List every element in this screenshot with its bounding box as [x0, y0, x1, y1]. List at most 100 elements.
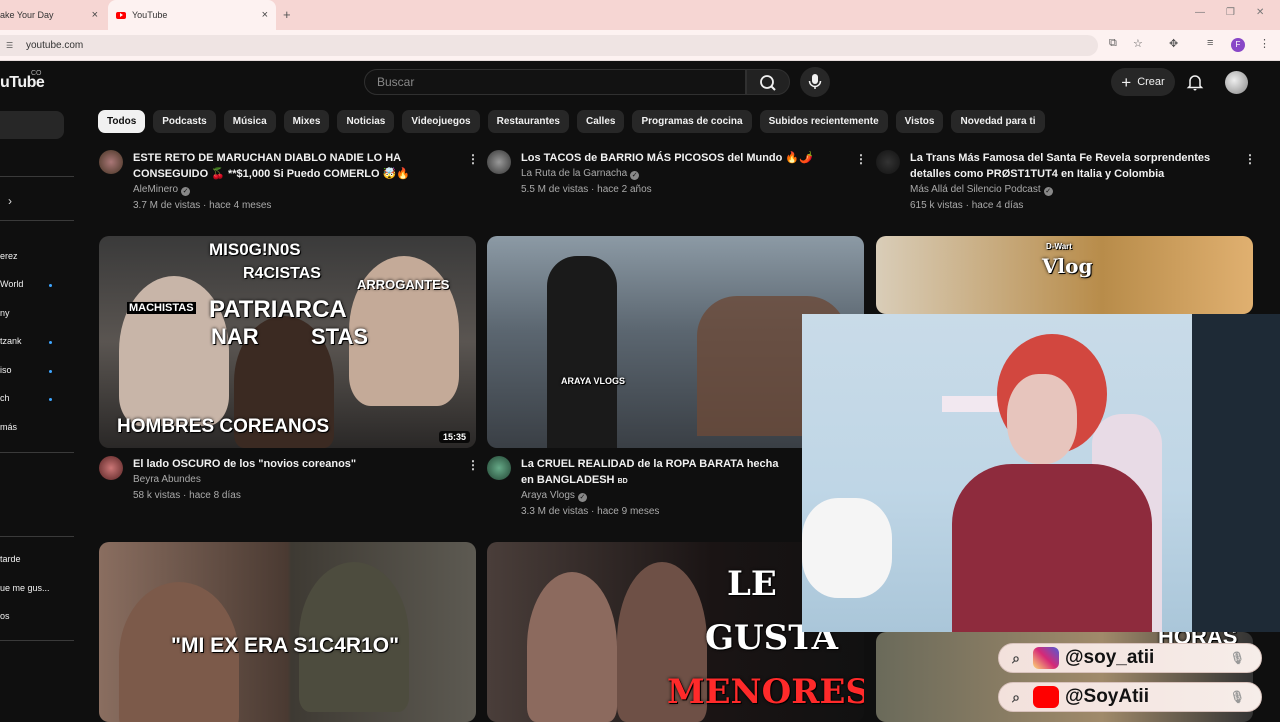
chip-podcasts[interactable]: Podcasts — [153, 110, 216, 133]
bookmark-star-icon[interactable]: ☆ — [1133, 37, 1143, 50]
sidebar-subscription[interactable]: ch — [0, 393, 10, 403]
more-options-icon[interactable]: ⋮ — [467, 152, 479, 166]
new-tab-button[interactable]: + — [283, 7, 291, 22]
thumbnail-text: HOMBRES COREANOS — [117, 416, 330, 437]
chip-vistos[interactable]: Vistos — [895, 110, 944, 133]
sidebar-subscription[interactable]: World — [0, 279, 23, 289]
video-card-meta[interactable]: ESTE RETO DE MARUCHAN DIABLO NADIE LO HA… — [99, 150, 479, 220]
channel-name-text: Araya Vlogs — [521, 490, 575, 501]
video-card-meta[interactable]: Los TACOS de BARRIO MÁS PICOSOS del Mund… — [487, 150, 867, 220]
video-title[interactable]: El lado OSCURO de los "novios coreanos" — [133, 456, 443, 472]
sidebar-subscription[interactable]: erez — [0, 251, 18, 261]
chip-mixes[interactable]: Mixes — [283, 110, 330, 133]
minimize-icon[interactable]: — — [1195, 7, 1205, 18]
tab-close-icon[interactable]: × — [262, 9, 268, 21]
channel-name[interactable]: AleMinero ✓ — [133, 184, 191, 196]
window-close-icon[interactable]: ✕ — [1256, 7, 1264, 18]
more-options-icon[interactable]: ⋮ — [467, 458, 479, 472]
notifications-bell-icon[interactable] — [1186, 73, 1204, 91]
browser-tab-active[interactable]: YouTube × — [108, 0, 276, 30]
sidebar-item-home-active[interactable] — [0, 111, 64, 139]
video-stats: 615 k vistas · hace 4 días — [910, 200, 1024, 211]
verified-check-icon: ✓ — [577, 493, 587, 502]
video-card-meta[interactable]: La CRUEL REALIDAD de la ROPA BARATA hech… — [487, 456, 807, 522]
sidebar-show-more[interactable]: más — [0, 422, 17, 432]
chip-novedad-para-ti[interactable]: Novedad para ti — [951, 110, 1045, 133]
chip-programas-de-cocina[interactable]: Programas de cocina — [632, 110, 752, 133]
microphone-icon: 🎙 — [1229, 690, 1245, 704]
site-settings-icon[interactable]: ☰ — [6, 41, 16, 50]
more-options-icon[interactable]: ⋮ — [1244, 152, 1256, 166]
video-title[interactable]: ESTE RETO DE MARUCHAN DIABLO NADIE LO HA… — [133, 150, 443, 182]
more-options-icon[interactable]: ⋮ — [855, 152, 867, 166]
tab-close-icon[interactable]: × — [92, 9, 98, 21]
sidebar-divider — [0, 220, 74, 221]
channel-avatar[interactable] — [487, 456, 511, 480]
chip-calles[interactable]: Calles — [576, 110, 625, 133]
webcam-shelf — [942, 396, 1002, 412]
thumbnail-figure — [547, 256, 617, 448]
video-title[interactable]: La Trans Más Famosa del Santa Fe Revela … — [910, 150, 1220, 182]
video-card-meta[interactable]: La Trans Más Famosa del Santa Fe Revela … — [876, 150, 1256, 220]
sidebar-item-videos[interactable]: os — [0, 611, 10, 621]
media-control-icon[interactable]: ≡ — [1207, 37, 1213, 49]
thumbnail-text: D-Wart — [1046, 242, 1072, 251]
video-title[interactable]: Los TACOS de BARRIO MÁS PICOSOS del Mund… — [521, 150, 831, 166]
search-button[interactable] — [746, 69, 790, 95]
search-icon: ⌕ — [1012, 649, 1020, 666]
account-avatar[interactable] — [1225, 71, 1248, 94]
thumbnail-text: STAS — [311, 324, 369, 349]
channel-name[interactable]: La Ruta de la Garnacha ✓ — [521, 168, 640, 180]
extensions-icon[interactable]: ✥ — [1169, 37, 1178, 50]
sidebar-subscription[interactable]: tzank — [0, 336, 22, 346]
chevron-right-icon[interactable]: › — [8, 194, 12, 208]
sidebar-subscription[interactable]: iso — [0, 365, 12, 375]
address-bar[interactable]: ☰ youtube.com — [0, 35, 1098, 56]
tab-title: ake Your Day — [0, 10, 54, 20]
video-stats: 58 k vistas · hace 8 días — [133, 490, 241, 501]
search-input[interactable]: Buscar — [364, 69, 746, 95]
youtube-handle: @SoyAtii — [1065, 686, 1149, 707]
channel-avatar[interactable] — [99, 456, 123, 480]
create-button[interactable]: + Crear — [1111, 68, 1175, 96]
video-thumbnail[interactable]: MIS0G!N0S R4CISTAS ARROGANTES MACHISTAS … — [99, 236, 476, 448]
channel-name[interactable]: Más Allá del Silencio Podcast ✓ — [910, 184, 1053, 196]
create-label: Crear — [1137, 76, 1165, 88]
channel-name[interactable]: Beyra Abundes — [133, 474, 201, 485]
youtube-header: uTube CO Buscar + Crear — [0, 62, 1270, 102]
chip-restaurantes[interactable]: Restaurantes — [487, 110, 569, 133]
voice-search-button[interactable] — [800, 67, 830, 97]
video-stats: 3.3 M de vistas · hace 9 meses — [521, 506, 660, 517]
install-app-icon[interactable]: ⧉ — [1109, 37, 1117, 50]
browser-menu-icon[interactable]: ⋮ — [1259, 37, 1270, 50]
channel-avatar[interactable] — [487, 150, 511, 174]
restore-icon[interactable]: ❐ — [1226, 7, 1235, 18]
sidebar-divider — [0, 536, 74, 537]
browser-profile-avatar[interactable]: F — [1231, 38, 1245, 52]
new-content-dot — [49, 398, 52, 401]
chip-todos[interactable]: Todos — [98, 110, 146, 133]
chip-videojuegos[interactable]: Videojuegos — [402, 110, 480, 133]
video-thumbnail[interactable]: "MI EX ERA S1C4R1O" — [99, 542, 476, 722]
social-handle-youtube: ⌕ @SoyAtii 🎙 — [998, 682, 1262, 712]
flag-badge: BD — [617, 478, 628, 485]
browser-tab[interactable]: ake Your Day × — [0, 0, 106, 30]
chip-musica[interactable]: Música — [223, 110, 276, 133]
channel-name[interactable]: Araya Vlogs ✓ — [521, 490, 587, 502]
filter-chips-bar: Todos Podcasts Música Mixes Noticias Vid… — [98, 110, 1045, 133]
chip-noticias[interactable]: Noticias — [337, 110, 395, 133]
sidebar-subscription[interactable]: ny — [0, 308, 10, 318]
verified-check-icon: ✓ — [630, 171, 640, 180]
video-title[interactable]: La CRUEL REALIDAD de la ROPA BARATA hech… — [521, 456, 791, 490]
video-duration: 15:35 — [438, 431, 470, 443]
sidebar-item-watch-later[interactable]: tarde — [0, 554, 21, 564]
microphone-icon — [808, 74, 822, 89]
sidebar-item-liked-videos[interactable]: ue me gus... — [0, 583, 50, 593]
video-card-meta[interactable]: El lado OSCURO de los "novios coreanos" … — [99, 456, 479, 506]
channel-avatar[interactable] — [876, 150, 900, 174]
channel-avatar[interactable] — [99, 150, 123, 174]
chip-subidos-recientemente[interactable]: Subidos recientemente — [759, 110, 888, 133]
webcam-plush — [802, 498, 892, 598]
verified-check-icon: ✓ — [1043, 187, 1053, 196]
video-thumbnail[interactable]: D-Wart Vlog — [876, 236, 1253, 314]
